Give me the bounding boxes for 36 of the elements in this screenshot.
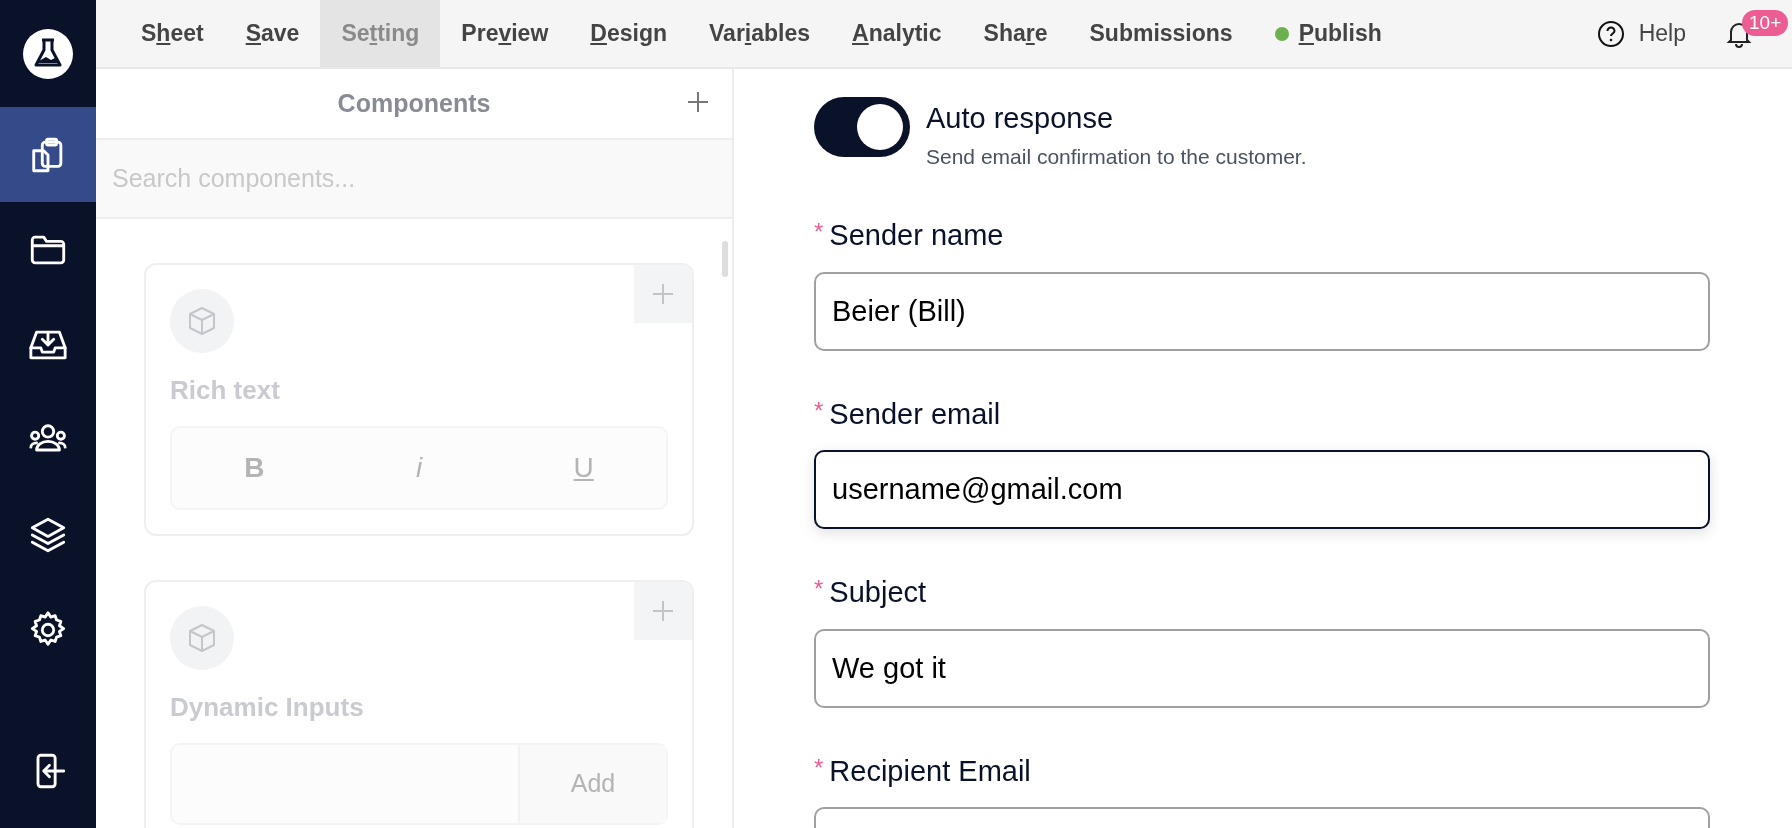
menu-tab[interactable]: Submissions xyxy=(1068,0,1254,67)
field-label: Sender name xyxy=(829,218,1004,253)
scrollbar-thumb xyxy=(722,241,728,277)
toggle-switch[interactable] xyxy=(814,97,910,157)
field-label: Sender email xyxy=(829,396,1001,432)
cube-icon xyxy=(186,305,218,337)
plus-icon xyxy=(686,89,710,114)
menu-tab[interactable]: Analytic xyxy=(831,0,963,67)
menu-tab[interactable]: Preview xyxy=(440,0,570,67)
cube-icon xyxy=(186,622,218,654)
required-mark: * xyxy=(814,395,824,426)
text-field[interactable]: Beier (Bill) xyxy=(814,271,1710,351)
notification-count: 10+ xyxy=(1742,9,1789,37)
plus-icon xyxy=(652,600,674,622)
plus-icon xyxy=(652,283,674,305)
required-mark: * xyxy=(814,217,824,247)
menu-tab[interactable]: Share xyxy=(962,0,1069,67)
menu-tab[interactable]: Publish xyxy=(1253,0,1403,67)
text-field[interactable]: We got it xyxy=(814,628,1710,708)
menu-tab[interactable]: Save xyxy=(224,0,321,67)
field-label: Subject xyxy=(829,575,927,610)
text-field[interactable]: username@gmail.com xyxy=(814,450,1710,529)
sidebar-item[interactable] xyxy=(0,107,96,202)
required-mark: * xyxy=(814,574,824,604)
add-component-button[interactable] xyxy=(686,89,710,114)
flask-logo-icon xyxy=(23,28,73,79)
toggle-description: Send email confirmation to the customer. xyxy=(926,143,1307,170)
required-mark: * xyxy=(814,752,824,783)
menu-tab[interactable]: Variables xyxy=(688,0,832,67)
menu-tab[interactable]: Sheet xyxy=(120,0,225,67)
help-button[interactable]: Help xyxy=(1596,0,1686,67)
menu-tab[interactable]: Design xyxy=(569,0,688,67)
field-label: Recipient Email xyxy=(829,753,1031,789)
panel-title: Components xyxy=(337,87,491,119)
help-icon xyxy=(1596,19,1625,48)
toggle-label: Auto response xyxy=(926,101,1114,136)
